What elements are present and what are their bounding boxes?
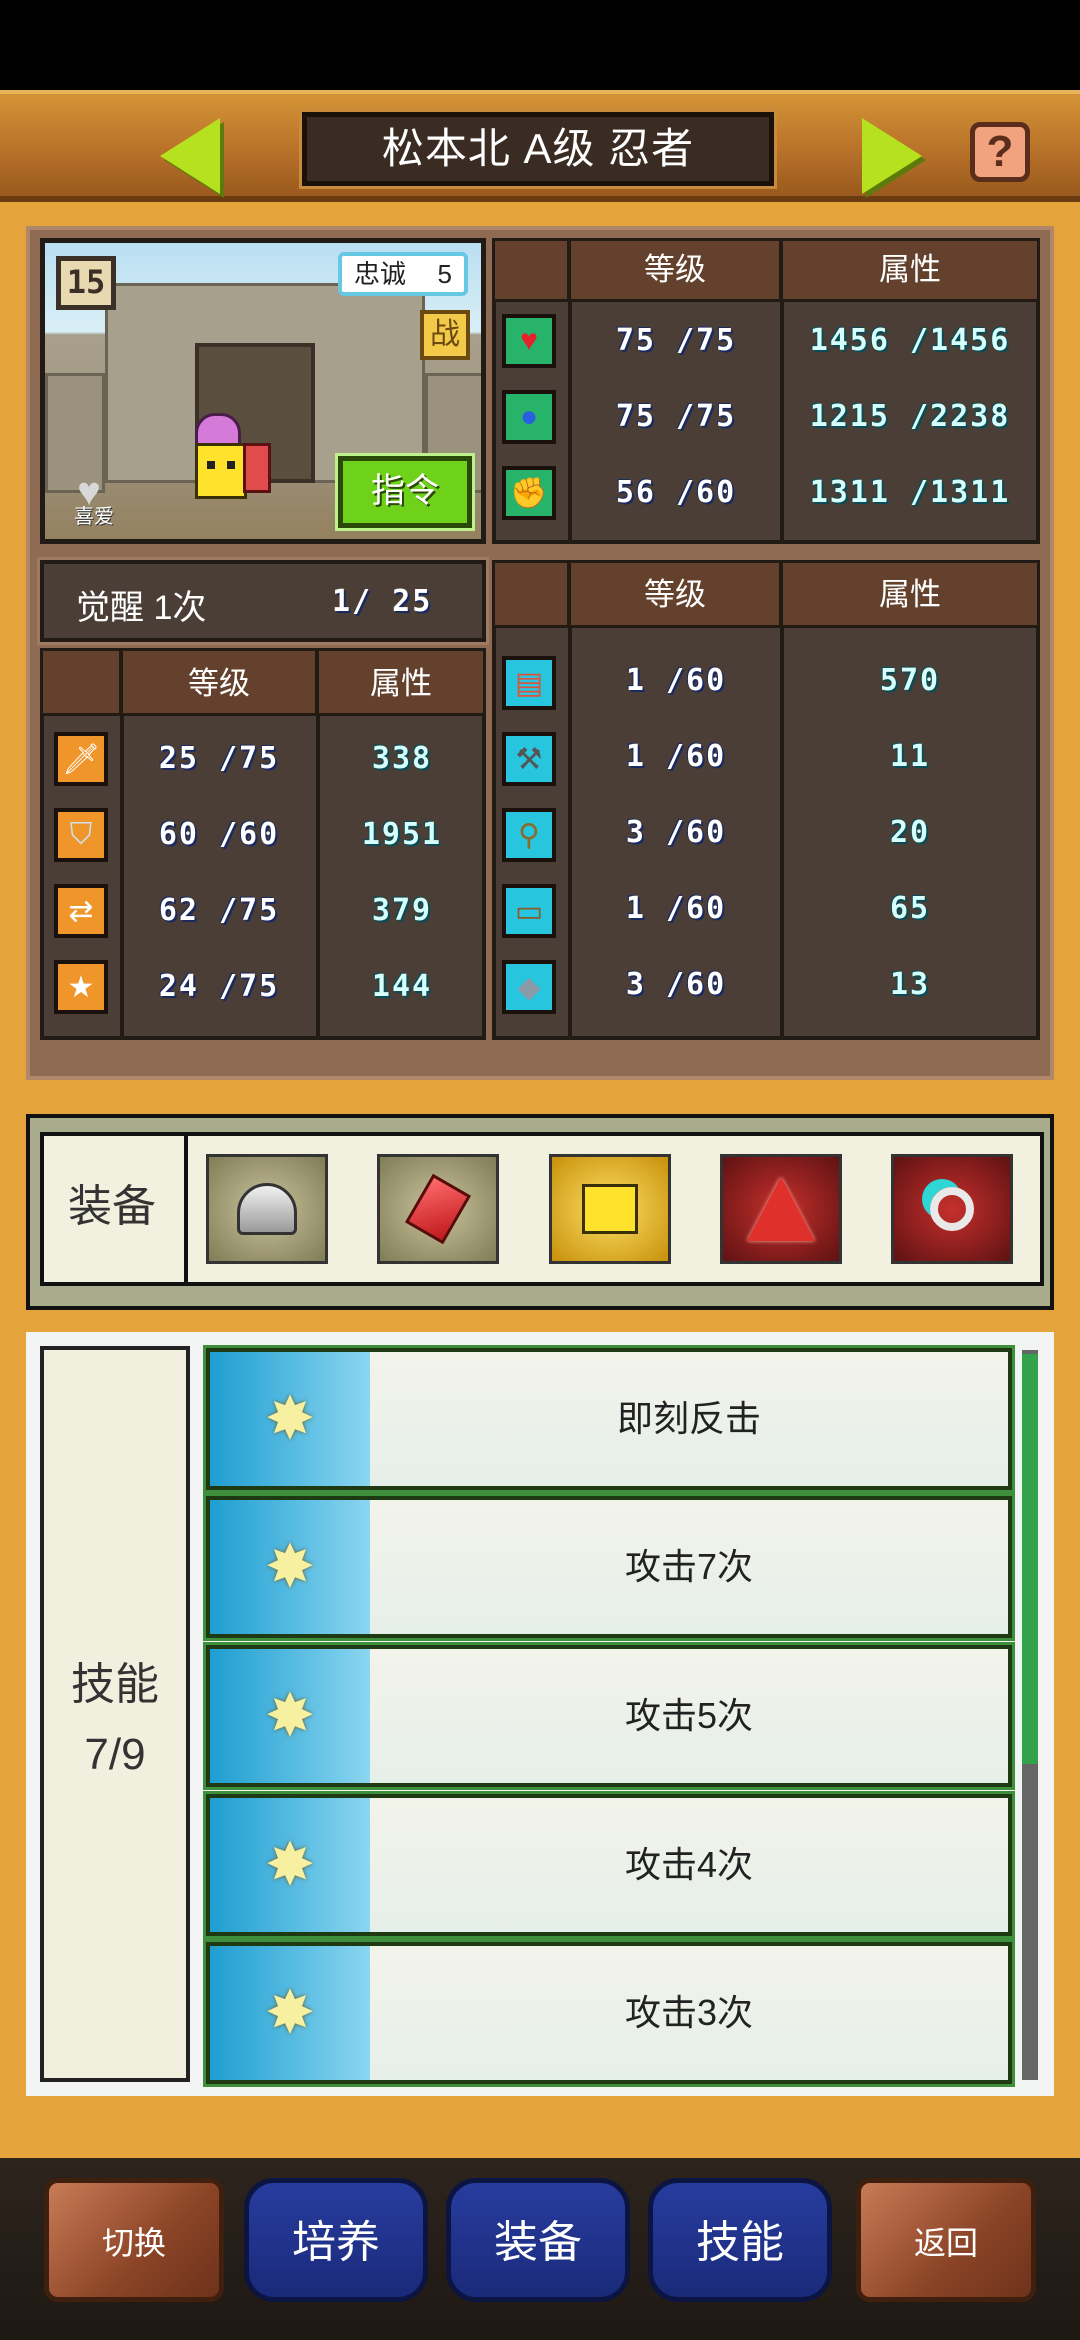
skill-burst-icon: ✸ — [210, 1649, 370, 1783]
skill-name: 攻击3次 — [624, 1992, 754, 2033]
strength-level: 56 /60 — [615, 475, 737, 510]
character-face — [195, 443, 247, 499]
luck-level: 24 /75 — [158, 969, 280, 1004]
hp-level: 75 /75 — [615, 323, 737, 358]
loyalty-value: 5 — [437, 259, 452, 289]
craft-5-value: 13 — [889, 967, 931, 1002]
skill-name: 攻击4次 — [624, 1844, 754, 1885]
craft-3-level: 3 /60 — [625, 815, 727, 850]
prev-character-arrow[interactable] — [160, 118, 220, 194]
skill-item[interactable]: ✸ 即刻反击 — [203, 1345, 1015, 1493]
skill-item[interactable]: ✸ 攻击3次 — [203, 1939, 1015, 2087]
craft-1-value: 570 — [879, 663, 941, 698]
command-button[interactable]: 指令 — [335, 453, 475, 531]
helmet-icon — [237, 1183, 297, 1235]
anvil-icon: ▭ — [502, 884, 556, 938]
favorite-label: 喜爱 — [74, 506, 114, 528]
book-icon: ▤ — [502, 656, 556, 710]
skill-item[interactable]: ✸ 攻击5次 — [203, 1642, 1015, 1790]
mp-level: 75 /75 — [615, 399, 737, 434]
skills-count: 7/9 — [84, 1730, 146, 1779]
character-eye-left — [207, 461, 215, 469]
robot-face-icon — [582, 1184, 638, 1234]
main-stats-attr-header: 属性 — [780, 238, 1040, 302]
sword-icon: 🗡 — [54, 732, 108, 786]
combat-stats-attr-header: 属性 — [316, 648, 486, 716]
craft-1-level: 1 /60 — [625, 663, 727, 698]
craft-4-level: 1 /60 — [625, 891, 727, 926]
strength-value: 1311 /1311 — [809, 475, 1011, 510]
speed-level: 62 /75 — [158, 893, 280, 928]
craft-2-level: 1 /60 — [625, 739, 727, 774]
defense-value: 1951 — [361, 817, 443, 852]
craft-stats-corner — [492, 560, 570, 628]
character-hair — [195, 413, 241, 447]
equip-slot-gem[interactable] — [377, 1154, 499, 1264]
heart-icon: ♥ — [502, 314, 556, 368]
red-gem-icon — [404, 1173, 472, 1245]
equip-button[interactable]: 装备 — [446, 2178, 630, 2302]
attack-level: 25 /75 — [158, 741, 280, 776]
switch-button[interactable]: 切换 — [44, 2178, 224, 2302]
skill-button[interactable]: 技能 — [648, 2178, 832, 2302]
awaken-value: 1/ 25 — [332, 584, 433, 619]
next-character-arrow[interactable] — [862, 118, 922, 194]
loyalty-badge: 忠诚 5 — [338, 252, 468, 296]
luck-value: 144 — [371, 969, 433, 1004]
combat-stats-level-header: 等级 — [120, 648, 318, 716]
equipment-label: 装备 — [40, 1132, 188, 1286]
equip-slot-ring[interactable] — [891, 1154, 1013, 1264]
mana-potion-icon: ● — [502, 390, 556, 444]
defense-level: 60 /60 — [158, 817, 280, 852]
mp-value: 1215 /2238 — [809, 399, 1011, 434]
status-bar — [0, 0, 1080, 90]
skill-burst-icon: ✸ — [210, 1946, 370, 2080]
skill-burst-icon: ✸ — [210, 1500, 370, 1634]
craft-2-value: 11 — [889, 739, 931, 774]
help-button[interactable]: ? — [970, 122, 1030, 182]
equip-slot-helmet[interactable] — [206, 1154, 328, 1264]
level-badge: 15 — [56, 256, 116, 310]
equip-slot-cape[interactable] — [720, 1154, 842, 1264]
crossed-arrows-icon: ⇄ — [54, 884, 108, 938]
awaken-label: 觉醒 1次 — [76, 589, 207, 627]
skills-label-box: 技能 7/9 — [40, 1346, 190, 2082]
red-cape-icon — [747, 1177, 815, 1241]
skill-name: 攻击7次 — [624, 1546, 754, 1587]
character-shield — [243, 443, 271, 493]
skill-item[interactable]: ✸ 攻击7次 — [203, 1493, 1015, 1641]
character-title: 松本北 A级 忍者 — [299, 109, 777, 189]
shovel-icon: ⚲ — [502, 808, 556, 862]
ring-icon — [930, 1187, 974, 1231]
shield-icon: ⛉ — [54, 808, 108, 862]
train-button[interactable]: 培养 — [244, 2178, 428, 2302]
star-icon: ★ — [54, 960, 108, 1014]
skill-name: 即刻反击 — [616, 1398, 761, 1439]
skill-burst-icon: ✸ — [210, 1352, 370, 1486]
skills-scroll-thumb[interactable] — [1022, 1354, 1038, 1764]
skill-item[interactable]: ✸ 攻击4次 — [203, 1791, 1015, 1939]
back-button[interactable]: 返回 — [856, 2178, 1036, 2302]
craft-3-value: 20 — [889, 815, 931, 850]
hammer-icon: ⚒ — [502, 732, 556, 786]
skill-name: 攻击5次 — [624, 1695, 754, 1736]
skill-burst-icon: ✸ — [210, 1798, 370, 1932]
craft-stats-attr-header: 属性 — [780, 560, 1040, 628]
craft-5-level: 3 /60 — [625, 967, 727, 1002]
battle-badge[interactable]: 战 — [420, 310, 470, 360]
speed-value: 379 — [371, 893, 433, 928]
loyalty-label: 忠诚 — [354, 259, 407, 289]
main-stats-corner — [492, 238, 570, 302]
main-stats-level-header: 等级 — [568, 238, 782, 302]
strength-arm-icon: ✊ — [502, 466, 556, 520]
hp-value: 1456 /1456 — [809, 323, 1011, 358]
craft-4-value: 65 — [889, 891, 931, 926]
skills-label: 技能 — [71, 1660, 159, 1709]
craft-stats-level-header: 等级 — [568, 560, 782, 628]
crystal-icon: ◆ — [502, 960, 556, 1014]
combat-stats-corner — [40, 648, 122, 716]
equip-slot-accessory[interactable] — [549, 1154, 671, 1264]
attack-value: 338 — [371, 741, 433, 776]
character-eye-right — [227, 461, 235, 469]
